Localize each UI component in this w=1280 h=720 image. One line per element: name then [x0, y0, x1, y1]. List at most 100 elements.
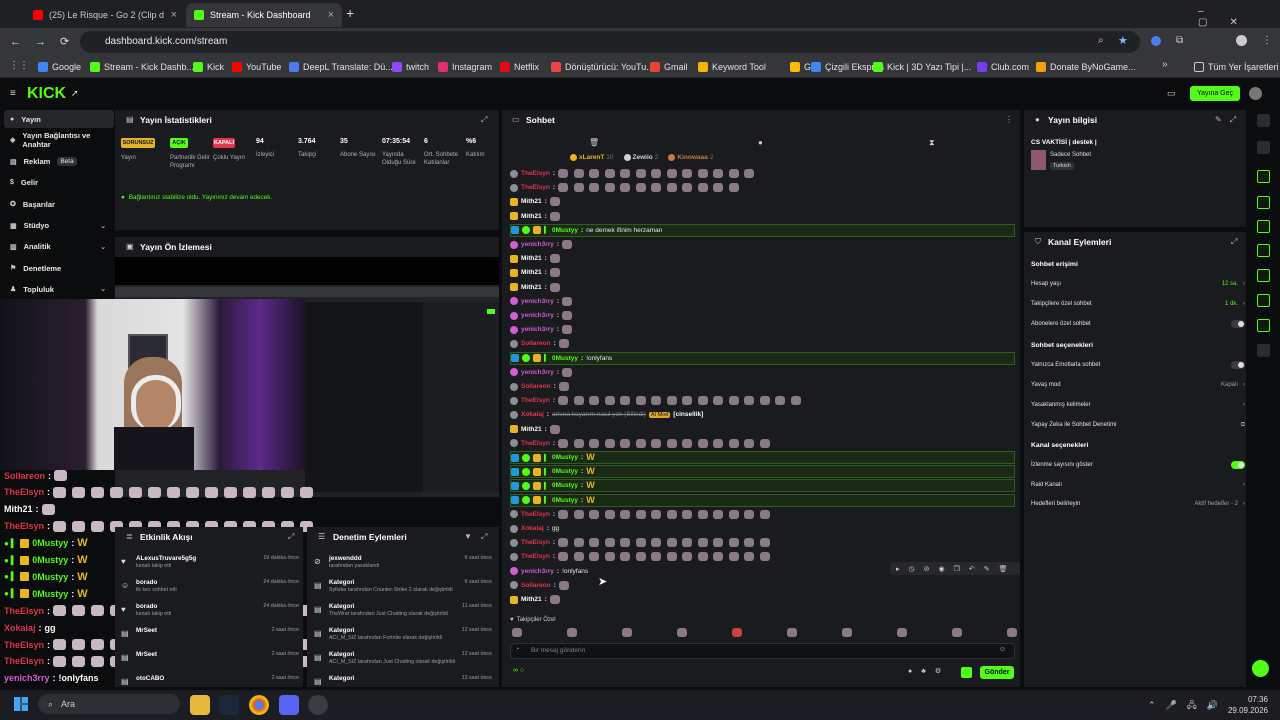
chat-message-row[interactable]: ▍ 0Mustyy: W: [510, 451, 1015, 464]
channel-setting-row[interactable]: Hesap yaşı 12 sa. ›: [1031, 276, 1245, 292]
sidebar-item-broadcast[interactable]: ● Yayın: [4, 110, 114, 128]
chat-message-row[interactable]: Mith21:: [510, 266, 562, 279]
all-bookmarks[interactable]: Tüm Yer İşaretleri: [1194, 59, 1279, 75]
expand-icon[interactable]: ⤢: [1231, 237, 1237, 247]
infinity-icon[interactable]: ∞ ○: [513, 667, 524, 674]
menu-icon[interactable]: ≡: [10, 88, 16, 99]
chat-message-row[interactable]: ▍ 0Mustyy: W: [510, 479, 1015, 493]
chat-message-row[interactable]: Sollareon:: [510, 380, 571, 393]
sidebar-item-achievements[interactable]: ✪ Başarılar: [4, 195, 114, 213]
chat-message-row[interactable]: Sollareon:: [510, 337, 571, 350]
chat-message-row[interactable]: TheElsyn:: [510, 167, 757, 180]
bookmark-item[interactable]: Gmail: [650, 59, 688, 75]
url-bar[interactable]: dashboard.kick.com/stream: [80, 31, 1140, 53]
chat-message-row[interactable]: Mith21:: [510, 281, 562, 294]
setting-toggle[interactable]: [1231, 320, 1245, 328]
pin-icon[interactable]: ➚: [71, 88, 79, 99]
mod-action-item[interactable]: ▤ Kategori Syllube tarafından Counter-Stri…: [314, 579, 492, 599]
channel-setting-row[interactable]: Raid Kanalı ›: [1031, 477, 1245, 493]
channel-setting-row[interactable]: Yasaklanmış kelimeler ›: [1031, 397, 1245, 413]
rail-tool-icon[interactable]: [1257, 294, 1270, 307]
chat-message-row[interactable]: yenich3rry:: [510, 238, 575, 251]
mod-action-item[interactable]: ▤ Kategori ACI_M_SIZ tarafından Fortnite o…: [314, 627, 492, 647]
extension-icon[interactable]: [1151, 36, 1161, 46]
file-explorer-icon[interactable]: [190, 695, 210, 715]
apps-icon[interactable]: ⋮⋮: [9, 60, 29, 71]
go-live-button[interactable]: Yayına Geç: [1190, 86, 1240, 101]
extensions-icon[interactable]: ⧉: [1176, 35, 1183, 46]
rail-tool-icon[interactable]: [1257, 319, 1270, 332]
chat-message-row[interactable]: Mith21:: [510, 593, 562, 606]
bookmark-item[interactable]: Netflix: [500, 59, 539, 75]
chat-message-row[interactable]: ▍ 0Mustyy: ne demek ifinim herzaman: [510, 223, 1015, 237]
expand-icon[interactable]: ⤢: [288, 532, 294, 542]
bookmark-item[interactable]: Kick: [193, 59, 224, 75]
sidebar-item-revenue[interactable]: $ Gelir: [4, 174, 114, 192]
bookmark-item[interactable]: Google: [38, 59, 81, 75]
timeout-icon[interactable]: ◷: [909, 565, 915, 573]
window-controls[interactable]: –▢✕: [1198, 6, 1280, 28]
hourglass-icon[interactable]: ⧗: [929, 138, 935, 148]
bookmark-item[interactable]: twitch: [392, 59, 429, 75]
emote-bar[interactable]: [512, 628, 1017, 638]
chevron-down-icon[interactable]: ⌄: [100, 243, 106, 251]
chat-message-row[interactable]: TheElsyn:: [510, 437, 772, 450]
taskbar-search[interactable]: ⌕ Ara: [38, 694, 180, 714]
emote-shortcut[interactable]: [842, 628, 852, 637]
steam-icon[interactable]: [219, 695, 239, 715]
rail-tool-icon[interactable]: [1257, 170, 1270, 183]
emote-shortcut[interactable]: [732, 628, 742, 637]
send-button[interactable]: Gönder: [980, 666, 1014, 679]
tab-youtube[interactable]: (25) Le Risque - Go 2 (Clip d ×: [25, 3, 185, 27]
play-icon[interactable]: ▸: [896, 565, 900, 573]
chat-message-row[interactable]: Xokalaj: amına koyarım nasıl yok (Silindi…: [510, 408, 703, 421]
profile-avatar[interactable]: [1236, 35, 1247, 46]
mod-icon[interactable]: ◉: [939, 565, 945, 573]
message-actions-toolbar[interactable]: ▸ ◷ ⊘ ◉ ❐ ↶ ✎ 🗑: [890, 562, 1020, 575]
delete-icon[interactable]: 🗑: [999, 565, 1008, 573]
avatar[interactable]: [1249, 87, 1262, 100]
monitor-icon[interactable]: ▭: [1167, 88, 1176, 99]
new-tab-button[interactable]: +: [346, 5, 354, 21]
chat-message-row[interactable]: Mith21:: [510, 252, 562, 265]
emote-shortcut[interactable]: [622, 628, 632, 637]
chat-message-row[interactable]: Mith21:: [510, 423, 562, 436]
sidebar-item-community[interactable]: ♟ Topluluk ⌄: [4, 280, 114, 298]
channel-setting-row[interactable]: Yalnızca Emotlarla sohbet: [1031, 357, 1245, 373]
trash-icon[interactable]: 🗑: [589, 138, 599, 147]
chat-message-row[interactable]: TheElsyn:: [510, 508, 772, 521]
emote-shortcut[interactable]: [567, 628, 577, 637]
undo-icon[interactable]: ↶: [969, 565, 975, 573]
gifter[interactable]: xLarenT 10: [570, 154, 614, 161]
chat-input[interactable]: Bir mesaj gönderin: [510, 643, 1015, 659]
activity-item[interactable]: ▤ MrSeet 2 saat önce: [121, 651, 299, 671]
kick-logo[interactable]: KICK: [27, 85, 66, 103]
chat-bubble-icon[interactable]: ●: [758, 138, 763, 147]
chrome-icon[interactable]: [249, 695, 269, 715]
rail-tool-icon[interactable]: [1257, 344, 1270, 357]
bookmark-item[interactable]: Instagram: [438, 59, 492, 75]
smiley-icon[interactable]: ☺: [999, 646, 1006, 653]
chat-message-row[interactable]: TheElsyn:: [510, 550, 772, 563]
chat-message-row[interactable]: TheElsyn:: [510, 181, 741, 194]
chat-message-row[interactable]: Xokalaj: gg: [510, 522, 559, 535]
sidebar-item-stream-key[interactable]: ◈ Yayın Bağlantısı ve Anahtar: [4, 131, 114, 149]
emote-shortcut[interactable]: [897, 628, 907, 637]
gifter[interactable]: Kinowaaa 2: [668, 154, 713, 161]
close-icon[interactable]: ×: [328, 9, 334, 21]
mod-action-item[interactable]: ▤ Kategori ACI_M_SIZ tarafından Just Chatt…: [314, 651, 492, 671]
chat-message-row[interactable]: TheElsyn:: [510, 394, 803, 407]
rail-tool-icon[interactable]: [1257, 114, 1270, 127]
rail-tool-icon[interactable]: [1257, 196, 1270, 209]
bookmark-item[interactable]: Club.com: [977, 59, 1029, 75]
chat-message-row[interactable]: yenich3rry: !onlyfans: [510, 565, 588, 578]
bookmark-item[interactable]: YouTube: [232, 59, 281, 75]
activity-item[interactable]: ▤ MrSeet 2 saat önce: [121, 627, 299, 647]
bookmark-item[interactable]: Keyword Tool: [698, 59, 766, 75]
channel-setting-row[interactable]: Yavaş mod Kapalı ›: [1031, 377, 1245, 393]
tray-icons[interactable]: ⌃🎤🖧🔊: [1148, 698, 1228, 714]
nav-buttons[interactable]: ←→⟳: [10, 35, 83, 48]
gift-icon[interactable]: [961, 667, 972, 678]
setting-toggle[interactable]: [1231, 361, 1245, 369]
channel-setting-row[interactable]: İzlenme sayısını göster: [1031, 457, 1245, 473]
